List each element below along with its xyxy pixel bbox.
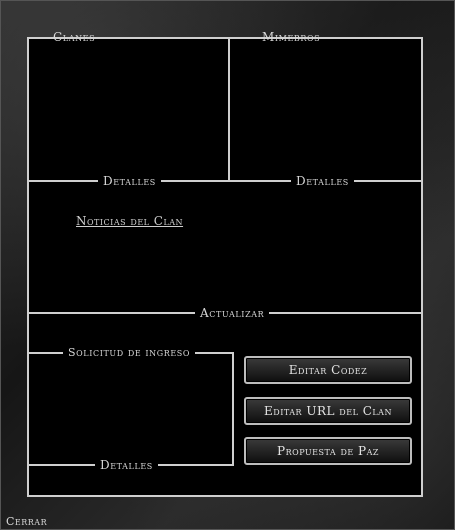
miembros-title: Mimebros (262, 30, 321, 44)
requests-details-button[interactable]: Detalles (95, 458, 158, 472)
miembros-list[interactable] (232, 44, 420, 178)
edit-codex-button[interactable]: Editar Codez (244, 356, 412, 384)
clanes-list[interactable] (30, 44, 226, 178)
horizontal-divider-details (28, 180, 422, 182)
requests-list[interactable] (30, 360, 230, 460)
clanes-title: Clanes (53, 30, 96, 44)
clanes-details-button[interactable]: Detalles (98, 174, 161, 188)
update-button[interactable]: Actualizar (195, 306, 270, 320)
vertical-divider-top (228, 38, 230, 182)
close-button[interactable]: Cerrar (6, 515, 47, 528)
edit-clan-url-button[interactable]: Editar URL del Clan (244, 397, 412, 425)
requests-title: Solicitud de ingreso (63, 346, 196, 360)
peace-proposal-button[interactable]: Propuesta de Paz (244, 437, 412, 465)
clan-news-link[interactable]: Noticias del Clan (76, 214, 183, 228)
miembros-details-button[interactable]: Detalles (291, 174, 354, 188)
requests-box-right (232, 352, 234, 466)
